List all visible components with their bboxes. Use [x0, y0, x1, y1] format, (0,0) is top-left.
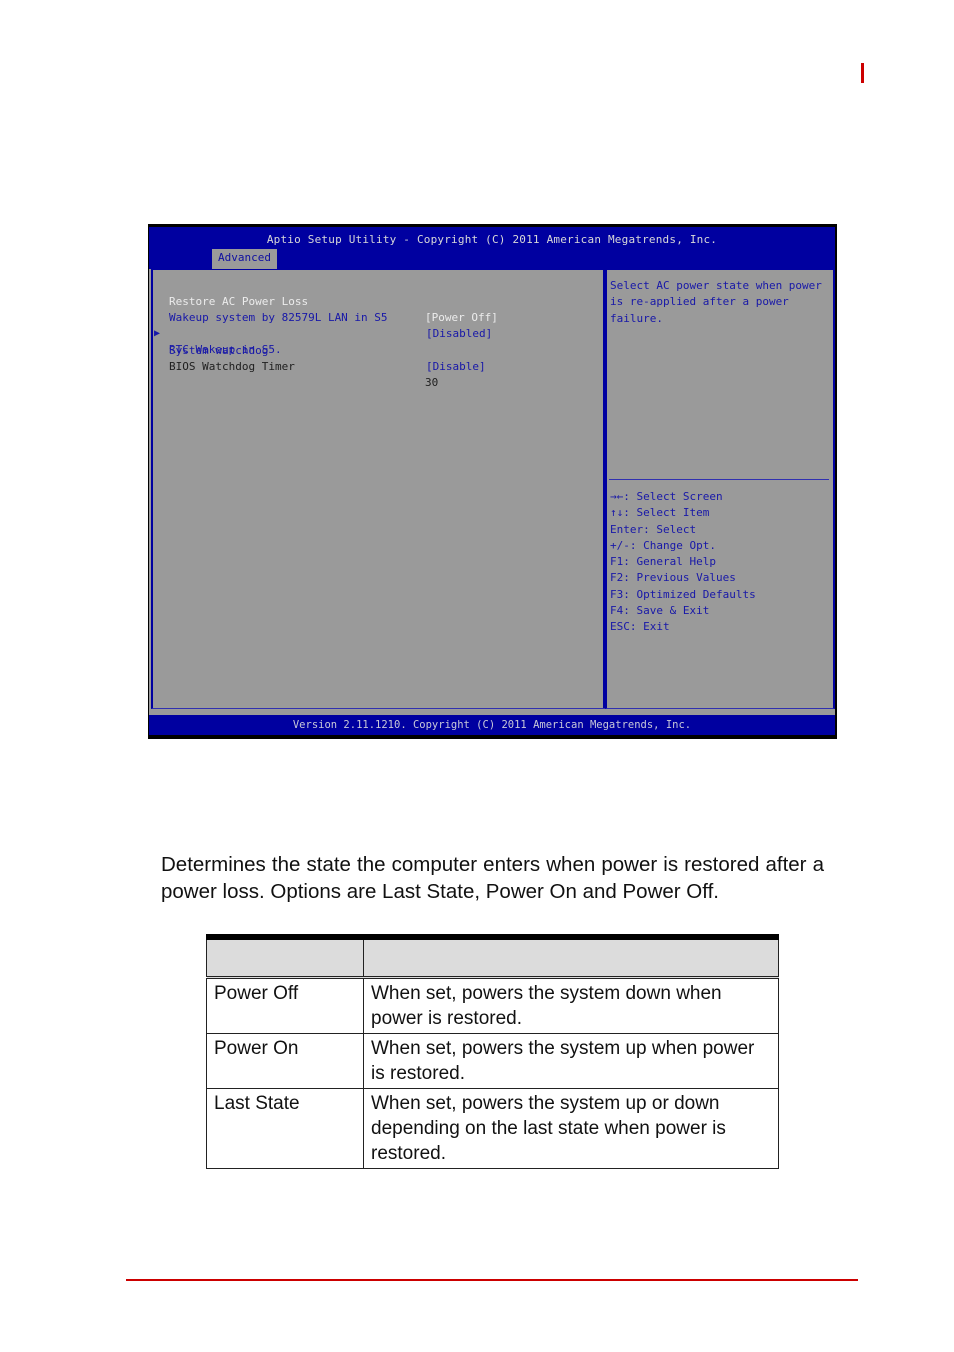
bios-title: Aptio Setup Utility - Copyright (C) 2011…: [266, 233, 718, 246]
setting-value: 30: [425, 376, 439, 389]
settings-pane: Restore AC Power Loss [Power Off] Wakeup…: [151, 269, 605, 709]
triangle-right-icon: ▶: [154, 328, 161, 339]
key-help-list: →←: Select Screen ↑↓: Select Item Enter:…: [610, 489, 756, 636]
setting-value[interactable]: [Power Off]: [425, 310, 498, 326]
key-help-item: →←: Select Screen: [610, 490, 723, 503]
description-paragraph: Determines the state the computer enters…: [161, 852, 824, 903]
setting-system-watchdog[interactable]: System watchdog [Disable]: [169, 327, 486, 373]
tab-advanced[interactable]: Advanced: [212, 249, 277, 269]
footer-rule: [126, 1279, 858, 1281]
bios-header: Aptio Setup Utility - Copyright (C) 2011…: [149, 227, 835, 269]
option-name: Power Off: [206, 977, 364, 1034]
setting-wakeup-lan[interactable]: Wakeup system by 82579L LAN in S5 [Disab…: [169, 294, 492, 340]
key-help-item: F3: Optimized Defaults: [610, 587, 756, 601]
key-help-item: ↑↓: Select Item: [610, 506, 710, 520]
header-option: [206, 934, 364, 979]
key-help-item: F1: General Help: [610, 555, 716, 569]
option-name: Last State: [206, 1088, 364, 1169]
table-header-row: [206, 934, 779, 979]
help-text: Select AC power state when power is re-a…: [610, 279, 822, 325]
option-description: When set, powers the system up or down d…: [363, 1088, 779, 1169]
table-row: Last State When set, powers the system u…: [206, 1088, 779, 1169]
page-marker: [861, 63, 864, 83]
key-help-item: Enter: Select: [610, 522, 697, 536]
help-separator: [609, 479, 829, 480]
help-pane: Select AC power state when power is re-a…: [605, 269, 835, 709]
option-name: Power On: [206, 1033, 364, 1089]
bios-body: Restore AC Power Loss [Power Off] Wakeup…: [149, 269, 835, 715]
key-help-item: F4: Save & Exit: [610, 604, 710, 618]
setting-rtc-wakeup[interactable]: ▶ RTC Wakeup in S5.: [154, 310, 282, 356]
table-row: Power Off When set, powers the system do…: [206, 977, 779, 1034]
setting-value[interactable]: [Disabled]: [426, 326, 492, 342]
table-row: Power On When set, powers the system up …: [206, 1033, 779, 1089]
bios-footer: Version 2.11.1210. Copyright (C) 2011 Am…: [149, 715, 835, 735]
setting-bios-watchdog-timer: BIOS Watchdog Timer 30: [169, 343, 438, 389]
key-help-item: F2: Previous Values: [610, 571, 736, 585]
key-help-item: +/-: Change Opt.: [610, 538, 716, 552]
options-table: Power Off When set, powers the system do…: [206, 934, 779, 1169]
setting-restore-ac-power-loss[interactable]: Restore AC Power Loss [Power Off]: [169, 278, 498, 324]
option-description: When set, powers the system up when powe…: [363, 1033, 779, 1089]
option-description: When set, powers the system down when po…: [363, 977, 779, 1034]
setting-value[interactable]: [Disable]: [426, 359, 486, 375]
header-description: [363, 934, 779, 979]
setting-label: BIOS Watchdog Timer: [169, 360, 295, 373]
bios-screenshot: Aptio Setup Utility - Copyright (C) 2011…: [148, 224, 837, 739]
key-help-item: ESC: Exit: [610, 620, 670, 634]
